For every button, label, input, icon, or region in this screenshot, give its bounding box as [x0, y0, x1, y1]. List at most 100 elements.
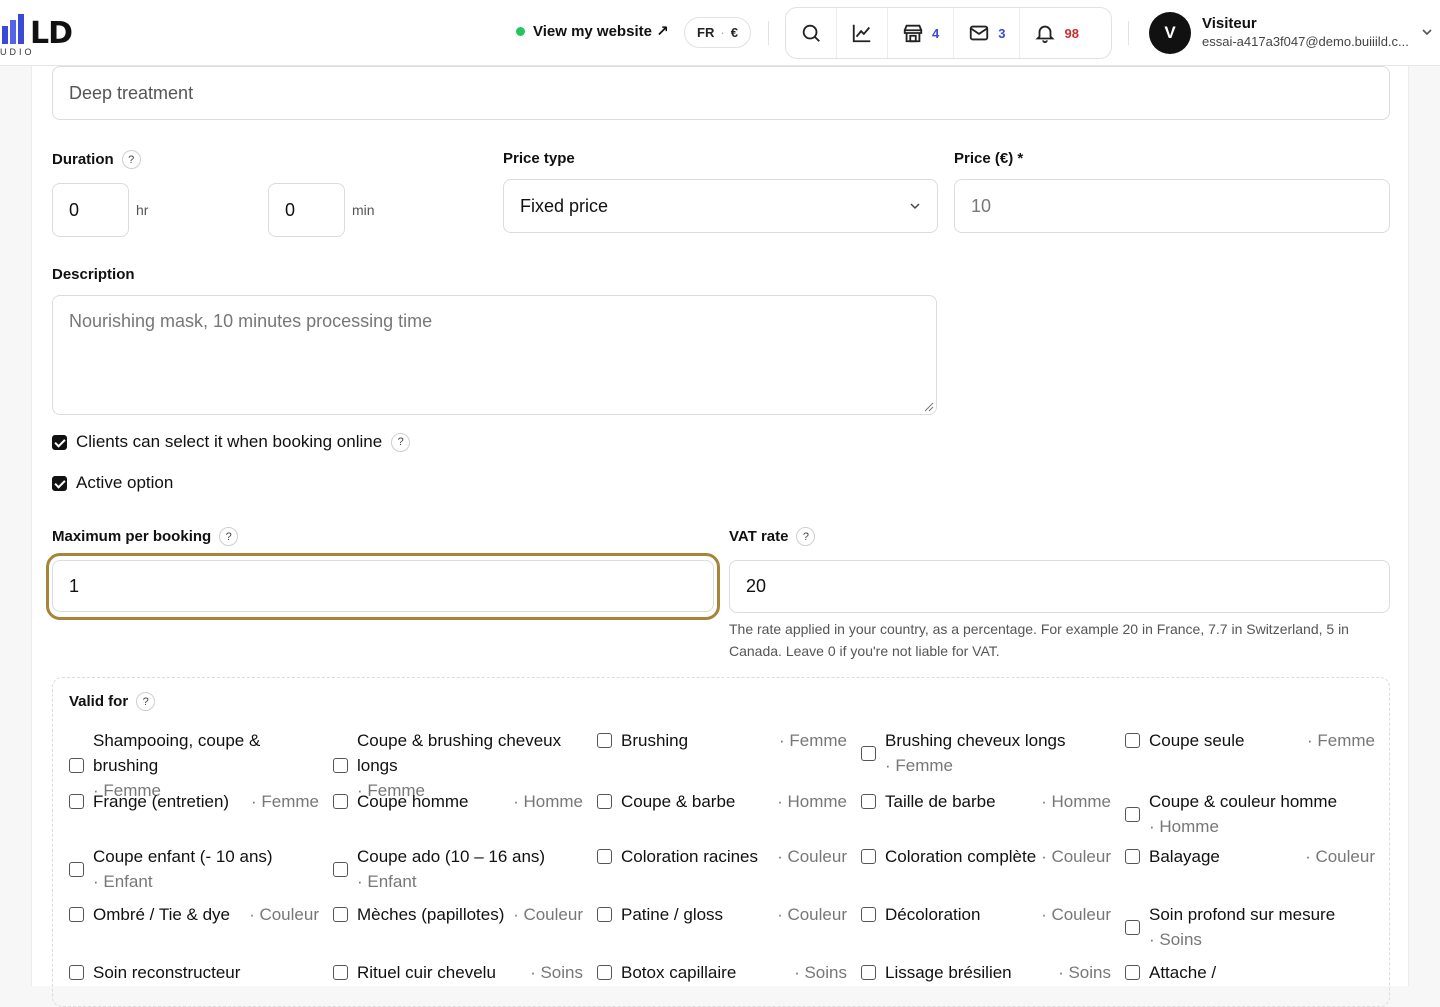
price-input[interactable]: 10	[954, 179, 1390, 233]
checkbox-unchecked[interactable]	[69, 861, 84, 877]
checkbox-unchecked[interactable]	[861, 745, 876, 761]
service-checkbox[interactable]: Soin reconstructeur	[69, 960, 319, 985]
service-checkbox[interactable]: Soin profond sur mesure Soins	[1125, 902, 1375, 952]
service-checkbox[interactable]: Décoloration Couleur	[861, 902, 1111, 927]
checkbox-unchecked[interactable]	[1125, 919, 1140, 935]
checkbox-unchecked[interactable]	[69, 794, 84, 809]
checkbox-unchecked[interactable]	[861, 849, 876, 864]
service-name: Coloration racines	[621, 847, 759, 866]
checkbox-unchecked[interactable]	[333, 758, 348, 773]
service-checkbox[interactable]: Coupe homme Homme	[333, 789, 583, 814]
checkbox-unchecked[interactable]	[597, 794, 612, 809]
checkbox-unchecked[interactable]	[597, 849, 612, 864]
service-checkbox[interactable]: Balayage Couleur	[1125, 844, 1375, 869]
checkbox-unchecked[interactable]	[597, 733, 612, 748]
search-button[interactable]	[786, 8, 837, 58]
max-per-booking-input[interactable]: 1	[52, 560, 714, 612]
checkbox-unchecked[interactable]	[1125, 849, 1140, 864]
service-checkbox[interactable]: Frange (entretien) Femme	[69, 789, 319, 814]
service-checkbox[interactable]: Patine / gloss Couleur	[597, 902, 847, 927]
service-checkbox[interactable]: Attache /	[1125, 960, 1375, 985]
checkbox-unchecked[interactable]	[1125, 733, 1140, 748]
service-category: Soins	[1058, 960, 1111, 985]
chevron-down-icon[interactable]	[1421, 26, 1433, 38]
service-label: Rituel cuir chevelu Soins	[357, 960, 583, 985]
resize-handle-icon[interactable]	[924, 402, 934, 412]
service-checkbox[interactable]: Botox capillaire Soins	[597, 960, 847, 985]
checkbox-unchecked[interactable]	[333, 794, 348, 809]
checkbox-unchecked[interactable]	[861, 965, 876, 980]
duration-label-text: Duration	[52, 151, 114, 168]
checkbox-checked[interactable]	[52, 434, 67, 450]
description-textarea[interactable]: Nourishing mask, 10 minutes processing t…	[52, 295, 937, 415]
help-icon[interactable]: ?	[796, 527, 816, 546]
checkbox-unchecked[interactable]	[333, 907, 348, 922]
service-checkbox[interactable]: Brushing Femme	[597, 728, 847, 753]
view-website-link[interactable]: View my website ↗	[516, 22, 669, 40]
checkbox-unchecked[interactable]	[333, 861, 348, 877]
service-category: Couleur	[1041, 844, 1111, 869]
user-name[interactable]: Visiteur	[1202, 15, 1257, 32]
service-category: Homme	[513, 789, 583, 814]
service-checkbox[interactable]: Lissage brésilien Soins	[861, 960, 1111, 985]
currency-symbol: €	[730, 25, 738, 40]
service-checkbox[interactable]: Mèches (papillotes) Couleur	[333, 902, 583, 927]
stats-button[interactable]	[837, 8, 888, 58]
service-name: Botox capillaire	[621, 963, 737, 982]
service-checkbox[interactable]: Coupe enfant (- 10 ans) Enfant	[69, 844, 319, 894]
checkbox-unchecked[interactable]	[861, 907, 876, 922]
checkbox-unchecked[interactable]	[1125, 965, 1140, 980]
service-name: Frange (entretien)	[93, 792, 230, 811]
service-checkbox[interactable]: Rituel cuir chevelu Soins	[333, 960, 583, 985]
service-checkbox[interactable]: Coupe & couleur homme Homme	[1125, 789, 1375, 839]
search-icon	[802, 24, 820, 42]
logo[interactable]: LD UDIO	[0, 14, 120, 58]
service-checkbox[interactable]: Coupe seule Femme	[1125, 728, 1375, 753]
checkbox-unchecked[interactable]	[69, 907, 84, 922]
user-email: essai-a417a3f047@demo.buiiild.c...	[1202, 34, 1409, 49]
service-checkbox[interactable]: Coupe & barbe Homme	[597, 789, 847, 814]
checkbox-unchecked[interactable]	[333, 965, 348, 980]
active-option-checkbox[interactable]: Active option	[52, 473, 173, 493]
notifications-button[interactable]: 98	[1020, 8, 1092, 58]
checkbox-unchecked[interactable]	[597, 907, 612, 922]
option-form: Deep treatment Duration ? 0 hr 0 min Pri…	[31, 66, 1409, 1007]
help-icon[interactable]: ?	[391, 432, 411, 452]
duration-minutes-input[interactable]: 0	[268, 183, 345, 237]
help-icon[interactable]: ?	[121, 150, 141, 169]
shop-button[interactable]: 4	[888, 8, 955, 58]
language-currency-switcher[interactable]: FR · €	[684, 17, 751, 48]
description-placeholder: Nourishing mask, 10 minutes processing t…	[69, 311, 433, 331]
service-checkbox[interactable]: Ombré / Tie & dye Couleur	[69, 902, 319, 927]
service-label: Brushing cheveux longs Femme	[885, 728, 1111, 778]
price-type-label: Price type	[503, 150, 575, 167]
chevron-down-icon	[910, 203, 920, 210]
checkbox-unchecked[interactable]	[861, 794, 876, 809]
service-checkbox[interactable]: Coloration racines Couleur	[597, 844, 847, 869]
online-booking-checkbox[interactable]: Clients can select it when booking onlin…	[52, 432, 411, 452]
vat-rate-input[interactable]: 20	[729, 560, 1390, 613]
checkbox-checked[interactable]	[52, 475, 67, 491]
service-category: Couleur	[1041, 902, 1111, 927]
header-divider	[768, 21, 769, 45]
service-category: Soins	[794, 960, 847, 985]
price-type-select[interactable]: Fixed price	[503, 179, 938, 233]
messages-button[interactable]: 3	[954, 8, 1021, 58]
service-label: Coloration complèteCouleur	[885, 844, 1111, 869]
checkbox-unchecked[interactable]	[69, 758, 84, 773]
header-icon-bar: 4 3 98	[785, 7, 1112, 59]
help-icon[interactable]: ?	[219, 527, 239, 546]
checkbox-unchecked[interactable]	[597, 965, 612, 980]
checkbox-unchecked[interactable]	[69, 965, 84, 980]
help-icon[interactable]: ?	[136, 692, 156, 711]
checkbox-unchecked[interactable]	[1125, 806, 1140, 822]
avatar[interactable]: V	[1149, 12, 1191, 54]
service-name: Coupe ado (10 – 16 ans)	[357, 847, 546, 866]
service-checkbox[interactable]: Coloration complèteCouleur	[861, 844, 1111, 869]
option-name-input[interactable]: Deep treatment	[52, 66, 1390, 120]
service-checkbox[interactable]: Brushing cheveux longs Femme	[861, 728, 1111, 778]
service-name: Mèches (papillotes)	[357, 905, 505, 924]
service-checkbox[interactable]: Taille de barbe Homme	[861, 789, 1111, 814]
duration-hours-input[interactable]: 0	[52, 183, 129, 237]
service-checkbox[interactable]: Coupe ado (10 – 16 ans) Enfant	[333, 844, 583, 894]
